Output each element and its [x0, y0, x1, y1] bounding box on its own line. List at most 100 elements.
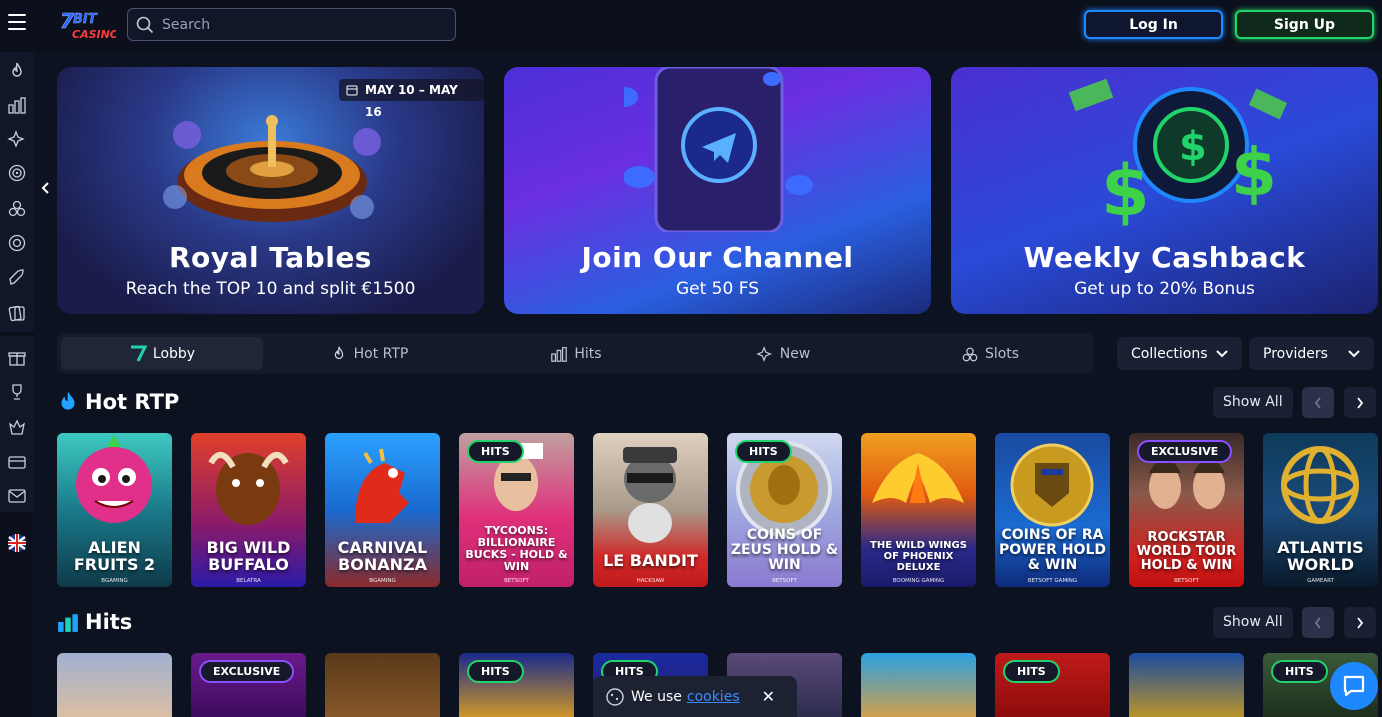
carousel-prev-button[interactable] — [1302, 387, 1334, 418]
svg-text:BIT: BIT — [73, 12, 98, 27]
search-input[interactable] — [162, 16, 442, 33]
providers-dropdown[interactable]: Providers — [1249, 337, 1374, 370]
hits-badge: HITS — [735, 440, 792, 463]
game-name: COINS OF RA POWER HOLD & WIN — [999, 527, 1106, 573]
svg-text:$: $ — [1231, 134, 1277, 211]
carousel-prev-button[interactable] — [1302, 607, 1334, 638]
search-box[interactable] — [127, 8, 456, 41]
top-bar: 7 BIT CASINO Log In Sign Up — [0, 0, 1382, 52]
banner-weekly-cashback[interactable]: $ $ $ Weekly Cashback Get up to 20% Bonu… — [951, 67, 1378, 314]
chevron-down-icon — [1216, 349, 1228, 357]
casino-logo[interactable]: 7 BIT CASINO — [58, 8, 119, 42]
tab-hits[interactable]: Hits — [475, 337, 677, 370]
game-tile[interactable]: COINS OF RA POWER HOLD & WIN BETSOFT GAM… — [995, 433, 1110, 587]
telegram-phone-illustration — [624, 67, 813, 232]
game-tile[interactable] — [1129, 653, 1244, 717]
support-chat-button[interactable] — [1330, 662, 1378, 710]
game-provider: BETSOFT — [504, 578, 529, 584]
rocket-icon[interactable] — [6, 267, 28, 289]
game-tile[interactable]: HITS — [995, 653, 1110, 717]
show-all-button[interactable]: Show All — [1213, 607, 1293, 638]
hits-icon[interactable] — [6, 94, 28, 116]
hits-badge: HITS — [467, 660, 524, 683]
svg-text:$: $ — [1179, 124, 1207, 170]
game-name: LE BANDIT — [603, 551, 698, 570]
game-art — [208, 452, 289, 525]
game-tile[interactable]: HITS COINS OF ZEUS HOLD & WIN BETSOFT — [727, 433, 842, 587]
banner-royal-tables[interactable]: MAY 10 – MAY 16 Royal Tables Reach the T… — [57, 67, 484, 314]
chevron-left-icon — [1314, 396, 1321, 409]
tab-label: New — [779, 345, 811, 362]
roulette-wheel-illustration — [163, 115, 381, 222]
hits-badge: HITS — [1003, 660, 1060, 683]
target-icon[interactable] — [6, 162, 28, 184]
game-name: BIG WILD BUFFALO — [206, 538, 291, 574]
tab-hot-rtp[interactable]: Hot RTP — [268, 337, 470, 370]
search-icon — [136, 16, 154, 33]
banner-subtitle: Reach the TOP 10 and split €1500 — [125, 279, 416, 299]
game-tile[interactable]: HITS — [459, 653, 574, 717]
slots-cherries-icon[interactable] — [6, 197, 28, 219]
login-button[interactable]: Log In — [1084, 10, 1223, 39]
menu-icon[interactable] — [8, 14, 26, 30]
game-tile[interactable]: EXCLUSIVE ROCKSTAR WORLD TOUR HOLD & WIN… — [1129, 433, 1244, 587]
fire-icon[interactable] — [6, 60, 28, 82]
game-tile[interactable]: BIG WILD BUFFALO BELATRA — [191, 433, 306, 587]
cards-icon[interactable] — [6, 302, 28, 324]
collections-dropdown[interactable]: Collections — [1117, 337, 1242, 370]
date-badge: MAY 10 – MAY 16 — [339, 79, 484, 119]
section-title-hot-rtp: Hot RTP — [57, 390, 179, 414]
hits-badge: HITS — [467, 440, 524, 463]
tab-label: Hot RTP — [353, 345, 409, 362]
carousel-next-button[interactable] — [1344, 607, 1376, 638]
game-tile[interactable]: CARNIVAL BONANZA BGAMING — [325, 433, 440, 587]
game-tile[interactable]: HITS TYCOONS: BILLIONAIRE BUCKS - HOLD &… — [459, 433, 574, 587]
game-provider: BGAMING — [369, 578, 396, 584]
close-icon[interactable]: ✕ — [762, 687, 775, 706]
trophy-icon[interactable] — [6, 381, 28, 403]
gift-icon[interactable] — [6, 347, 28, 369]
chevron-down-icon — [1348, 349, 1360, 357]
game-tile[interactable]: EXCLUSIVE — [191, 653, 306, 717]
game-tile[interactable] — [325, 653, 440, 717]
game-tile[interactable]: THE WILD WINGS OF PHOENIX DELUXE BOOMING… — [861, 433, 976, 587]
cookie-icon — [606, 687, 624, 706]
game-tile[interactable]: ATLANTIS WORLD GAMEART — [1263, 433, 1378, 587]
section-title-hits: Hits — [57, 610, 132, 634]
svg-text:$: $ — [1101, 150, 1150, 232]
carousel-next-button[interactable] — [1344, 387, 1376, 418]
cookies-link[interactable]: cookies — [687, 689, 740, 705]
game-tile[interactable] — [57, 653, 172, 717]
cookie-notice: We use cookies ✕ — [593, 676, 797, 717]
exclusive-badge: EXCLUSIVE — [1137, 440, 1233, 463]
game-provider: BETSOFT — [772, 578, 797, 584]
svg-text:CASINO: CASINO — [72, 28, 116, 41]
game-provider: BOOMING GAMING — [892, 578, 945, 584]
hot-rtp-fire-icon — [61, 391, 75, 410]
game-tile[interactable]: LE BANDIT HACKSAW — [593, 433, 708, 587]
chevron-right-icon — [1357, 616, 1364, 629]
game-art — [76, 435, 152, 523]
category-tabs: Lobby Hot RTP Hits New Slots — [57, 333, 1094, 374]
new-sparkle-icon[interactable] — [6, 128, 28, 150]
game-provider: BETSOFT — [1174, 578, 1199, 584]
card-payment-icon[interactable] — [6, 451, 28, 473]
show-all-button[interactable]: Show All — [1213, 387, 1293, 418]
signup-button[interactable]: Sign Up — [1235, 10, 1374, 39]
game-tile[interactable]: ALIEN FRUITS 2 BGAMING — [57, 433, 172, 587]
banner-join-channel[interactable]: Join Our Channel Get 50 FS — [504, 67, 931, 314]
banner-title: Weekly Cashback — [1023, 241, 1306, 274]
game-tile[interactable] — [861, 653, 976, 717]
cookie-text: We use — [631, 688, 682, 705]
language-flag-icon[interactable] — [6, 532, 28, 554]
tab-new[interactable]: New — [682, 337, 884, 370]
game-art — [1281, 446, 1359, 524]
slots-cherries-icon — [962, 347, 978, 361]
sidebar-collapse-chevron-icon[interactable] — [40, 180, 54, 200]
sidebar-account-group — [0, 336, 34, 512]
tab-slots[interactable]: Slots — [889, 337, 1091, 370]
live-chip-icon[interactable] — [6, 232, 28, 254]
mail-icon[interactable] — [6, 485, 28, 507]
vip-crown-icon[interactable] — [6, 416, 28, 438]
tab-lobby[interactable]: Lobby — [61, 337, 263, 370]
